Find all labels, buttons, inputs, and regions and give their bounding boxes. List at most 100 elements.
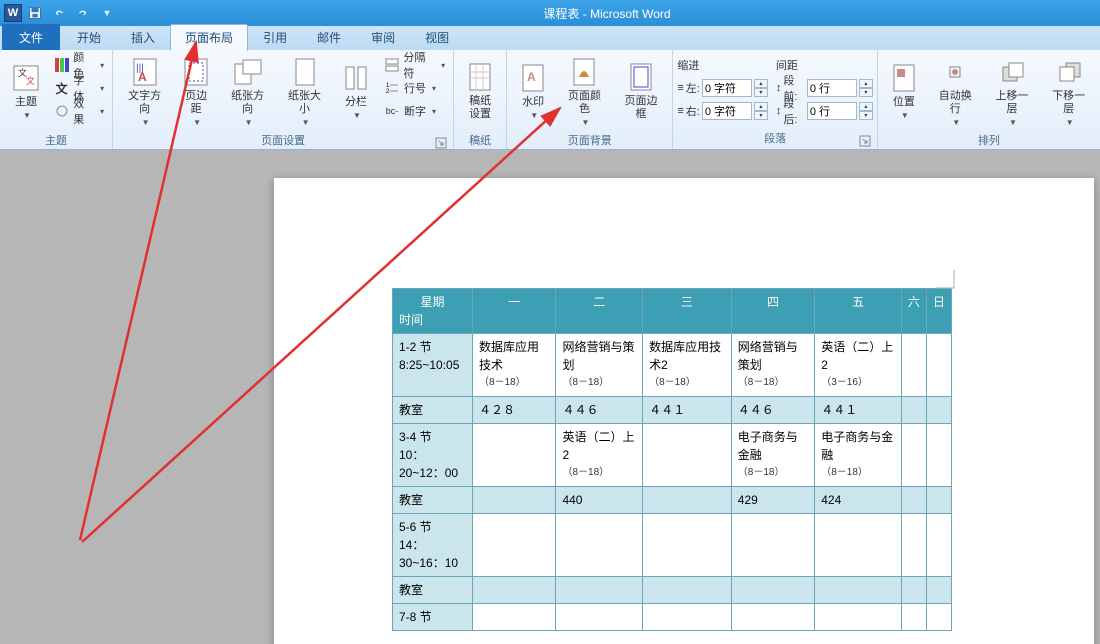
spacing-before-icon: ↕ — [776, 82, 782, 94]
group-label-paragraph: 段落 — [677, 128, 873, 149]
schedule-cell: 电子商务与金融（8－18） — [731, 424, 814, 487]
fonts-icon: 文 — [54, 80, 69, 96]
margin-corner-icon — [936, 270, 956, 290]
watermark-button[interactable]: A 水印▼ — [511, 52, 555, 130]
schedule-cell: 424 — [815, 487, 902, 514]
save-button[interactable] — [24, 2, 46, 24]
time-cell: 1-2 节 8:25~10:05 — [393, 334, 473, 397]
table-row: 5-6 节 14：30~16：10 — [393, 514, 952, 577]
undo-button[interactable] — [48, 2, 70, 24]
indent-header: 缩进 — [677, 54, 767, 76]
page-color-button[interactable]: 页面颜色▼ — [557, 52, 612, 130]
tab-mailings[interactable]: 邮件 — [302, 24, 356, 50]
send-backward-icon — [1053, 56, 1085, 88]
schedule-cell — [926, 487, 951, 514]
themes-icon: 文文 — [10, 62, 42, 94]
position-button[interactable]: 位置▼ — [882, 52, 926, 130]
tab-file[interactable]: 文件 — [2, 24, 60, 50]
dialog-launcher-icon[interactable] — [859, 135, 871, 147]
title-bar: W ▼ 课程表 - Microsoft Word — [0, 0, 1100, 26]
schedule-cell: 440 — [556, 487, 643, 514]
group-page-setup: |||A 文字方向▼ 页边距▼ 纸张方向▼ 纸张大小▼ 分栏▼ — [113, 50, 454, 149]
margins-button[interactable]: 页边距▼ — [174, 52, 218, 130]
breaks-button[interactable]: 分隔符▾ — [380, 54, 449, 76]
save-icon — [28, 6, 42, 20]
schedule-cell — [643, 577, 732, 604]
tab-insert[interactable]: 插入 — [116, 24, 170, 50]
spacing-after-spinner[interactable]: ▴▾ — [859, 102, 873, 120]
size-button[interactable]: 纸张大小▼ — [277, 52, 332, 130]
ribbon: 文文 主题 ▼ 颜色▾ 文 字体▾ 效果▾ 主题 — [0, 50, 1100, 150]
schedule-cell — [901, 397, 926, 424]
bring-forward-button[interactable]: 上移一层▼ — [985, 52, 1040, 130]
schedule-cell — [901, 487, 926, 514]
schedule-cell — [815, 604, 902, 631]
tab-references[interactable]: 引用 — [248, 24, 302, 50]
columns-button[interactable]: 分栏▼ — [334, 52, 378, 130]
table-header-row: 星期 时间 一 二 三 四 五 六 日 — [393, 289, 952, 334]
indent-right-input[interactable] — [702, 102, 752, 120]
schedule-cell — [473, 514, 556, 577]
document-area: ✥ 星期 时间 一 二 三 四 五 六 日 1-2 节 — [0, 150, 1100, 644]
qat-customize[interactable]: ▼ — [96, 2, 118, 24]
indent-right-icon: ≡ — [677, 105, 683, 117]
schedule-cell — [556, 514, 643, 577]
group-label-arrange: 排列 — [882, 130, 1096, 151]
window-title: 课程表 - Microsoft Word — [118, 5, 1096, 22]
spacing-before-spinner[interactable]: ▴▾ — [859, 79, 873, 97]
line-numbers-icon: 12 — [384, 80, 400, 96]
colors-icon — [54, 57, 69, 73]
schedule-cell — [473, 577, 556, 604]
schedule-cell: 429 — [731, 487, 814, 514]
schedule-cell — [815, 514, 902, 577]
group-label-theme: 主题 — [4, 130, 108, 151]
indent-left-input[interactable] — [702, 79, 752, 97]
header-corner-cell: 星期 时间 — [393, 289, 473, 334]
schedule-cell — [643, 487, 732, 514]
schedule-cell: 数据库应用技术（8－18） — [473, 334, 556, 397]
manuscript-settings-button[interactable]: 稿纸 设置 — [458, 52, 502, 130]
indent-left-spinner[interactable]: ▴▾ — [754, 79, 768, 97]
themes-button[interactable]: 文文 主题 ▼ — [4, 52, 48, 130]
line-numbers-button[interactable]: 12 行号▾ — [380, 77, 449, 99]
chevron-down-icon: ▼ — [103, 8, 112, 18]
size-icon — [289, 56, 321, 88]
word-icon: W — [4, 4, 22, 22]
ribbon-tabs: 文件 开始 插入 页面布局 引用 邮件 审阅 视图 — [0, 26, 1100, 50]
hyphenation-button[interactable]: bc- 断字▾ — [380, 100, 449, 122]
chevron-down-icon: ▼ — [23, 111, 31, 120]
indent-right-label: 右: — [686, 103, 700, 119]
dialog-launcher-icon[interactable] — [435, 137, 447, 149]
schedule-cell — [473, 604, 556, 631]
schedule-cell — [643, 424, 732, 487]
spacing-after-input[interactable] — [807, 102, 857, 120]
header-day: 五 — [815, 289, 902, 334]
tab-review[interactable]: 审阅 — [356, 24, 410, 50]
spacing-before-input[interactable] — [807, 79, 857, 97]
document-page: 星期 时间 一 二 三 四 五 六 日 1-2 节 8:25~10:05数据库应… — [274, 178, 1094, 644]
indent-right-spinner[interactable]: ▴▾ — [754, 102, 768, 120]
watermark-icon: A — [517, 62, 549, 94]
group-theme: 文文 主题 ▼ 颜色▾ 文 字体▾ 效果▾ 主题 — [0, 50, 113, 149]
indent-left-label: 左: — [686, 80, 700, 96]
tab-page-layout[interactable]: 页面布局 — [170, 24, 248, 51]
table-row: 1-2 节 8:25~10:05数据库应用技术（8－18）网络营销与策划（8－1… — [393, 334, 952, 397]
table-row: 3-4 节 10：20~12：00英语（二）上2（8－18）电子商务与金融（8－… — [393, 424, 952, 487]
schedule-cell — [926, 334, 951, 397]
table-row: 7-8 节 — [393, 604, 952, 631]
send-backward-button[interactable]: 下移一层▼ — [1041, 52, 1096, 130]
tab-view[interactable]: 视图 — [410, 24, 464, 50]
wrap-text-button[interactable]: 自动换行▼ — [928, 52, 983, 130]
schedule-cell — [901, 514, 926, 577]
schedule-cell — [926, 514, 951, 577]
orientation-button[interactable]: 纸张方向▼ — [220, 52, 275, 130]
time-cell: 7-8 节 — [393, 604, 473, 631]
redo-button[interactable] — [72, 2, 94, 24]
theme-effects-button[interactable]: 效果▾ — [50, 100, 108, 122]
schedule-cell — [643, 604, 732, 631]
tab-home[interactable]: 开始 — [62, 24, 116, 50]
table-row: 教室440429424 — [393, 487, 952, 514]
page-borders-button[interactable]: 页面边框 — [614, 52, 669, 130]
text-direction-button[interactable]: |||A 文字方向▼ — [117, 52, 172, 130]
schedule-cell — [556, 604, 643, 631]
